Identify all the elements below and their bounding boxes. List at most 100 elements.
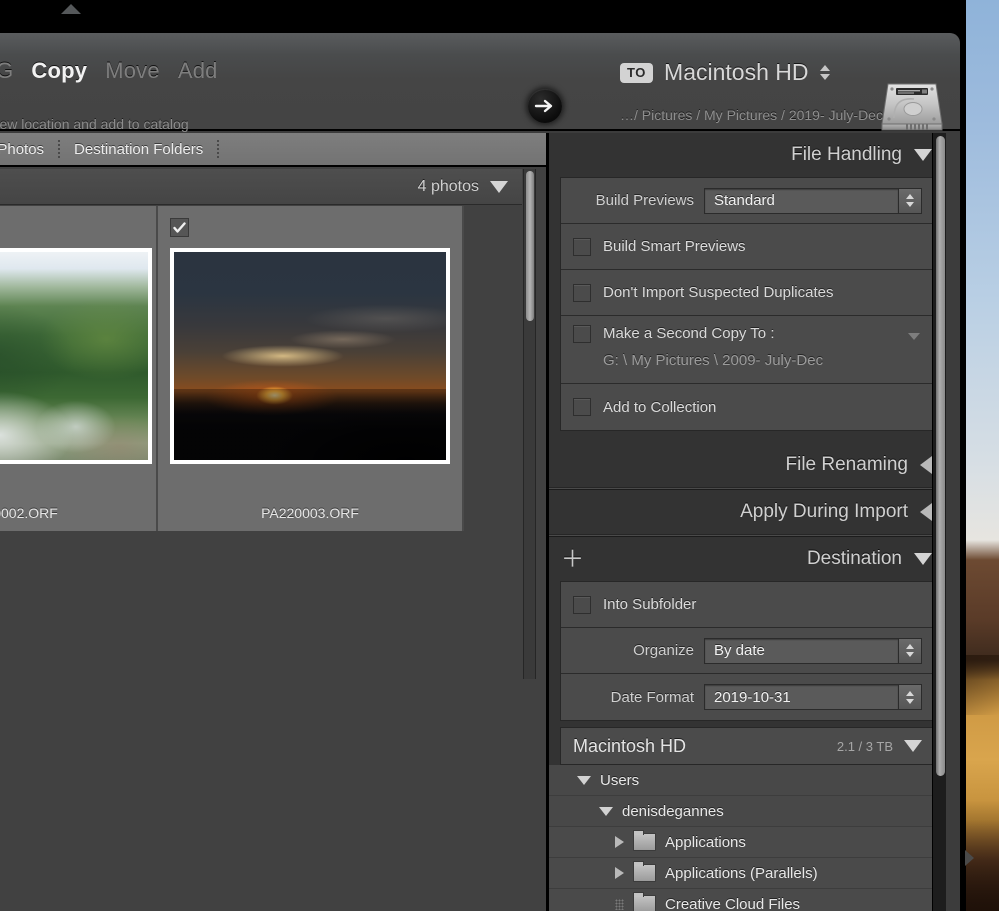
chevron-down-icon[interactable]: [577, 775, 591, 785]
dont-import-duplicates-checkbox[interactable]: [573, 283, 591, 302]
tree-item-label: Creative Cloud Files: [665, 895, 801, 911]
photo-thumbnail-frame[interactable]: [170, 248, 450, 464]
tree-item-denisdegannes[interactable]: denisdegannes: [549, 796, 946, 827]
settings-panel-scrollbar[interactable]: [932, 133, 946, 911]
date-format-row[interactable]: Date Format 2019-10-31: [561, 674, 934, 720]
photo-cell[interactable]: PA220003.ORF: [158, 206, 464, 531]
build-previews-value: Standard: [704, 187, 898, 214]
panel-section-apply-during-import-header[interactable]: Apply During Import: [549, 490, 946, 534]
photo-include-checkbox[interactable]: [170, 218, 189, 237]
destination-drive-name[interactable]: Macintosh HD: [664, 59, 808, 86]
section-title-file-handling: File Handling: [791, 144, 902, 165]
section-title-destination: Destination: [806, 548, 902, 569]
dont-import-duplicates-label: Don't Import Suspected Duplicates: [603, 284, 834, 301]
scrollbar-thumb[interactable]: [526, 171, 534, 321]
photo-cell[interactable]: PA120002.ORF: [0, 206, 158, 531]
chevron-right-icon[interactable]: [615, 867, 624, 879]
organize-stepper-icon[interactable]: [898, 637, 922, 664]
build-previews-label: Build Previews: [595, 192, 694, 209]
import-top-bar: NG Copy Move Add a new location and add …: [0, 33, 960, 132]
date-format-stepper-icon[interactable]: [898, 684, 922, 710]
triangle-left-icon[interactable]: [920, 456, 932, 474]
tab-separator: [217, 140, 220, 158]
date-format-select[interactable]: 2019-10-31: [704, 684, 922, 710]
second-copy-dropdown-icon[interactable]: [908, 333, 920, 340]
destination-group: Into Subfolder Organize By date Date For…: [560, 581, 935, 721]
plus-icon[interactable]: ＋: [561, 547, 584, 571]
dont-import-duplicates-row[interactable]: Don't Import Suspected Duplicates: [561, 270, 934, 316]
organize-select[interactable]: By date: [704, 637, 922, 664]
preview-pane-scrollbar[interactable]: [523, 169, 536, 679]
tree-item-creative-cloud-files[interactable]: Creative Cloud Files: [549, 889, 946, 911]
triangle-left-icon[interactable]: [920, 503, 932, 521]
tree-item-users[interactable]: Users: [549, 765, 946, 796]
organize-row[interactable]: Organize By date: [561, 628, 934, 674]
screen: NG Copy Move Add a new location and add …: [0, 0, 999, 911]
build-previews-stepper-icon[interactable]: [898, 187, 922, 214]
add-to-collection-label: Add to Collection: [603, 398, 717, 416]
add-to-collection-row[interactable]: Add to Collection: [561, 384, 934, 430]
make-second-copy-row[interactable]: Make a Second Copy To : G: \ My Pictures…: [561, 316, 934, 384]
panel-section-destination-header[interactable]: ＋ Destination: [549, 537, 946, 581]
photo-count-label: 4 photos: [417, 177, 479, 195]
import-dialog-window: NG Copy Move Add a new location and add …: [0, 33, 960, 911]
chevron-right-icon[interactable]: [615, 836, 624, 848]
preview-source-tabs[interactable]: ew Photos Destination Folders: [0, 133, 546, 167]
import-preview-pane: ew Photos Destination Folders 4 photos P…: [0, 133, 546, 911]
triangle-down-icon[interactable]: [914, 553, 932, 565]
add-to-collection-checkbox[interactable]: [573, 398, 591, 416]
triangle-down-icon[interactable]: [904, 740, 922, 752]
build-smart-previews-label: Build Smart Previews: [603, 238, 746, 255]
folder-icon: [633, 861, 656, 882]
import-mode-add[interactable]: Add: [178, 58, 218, 84]
desktop-wallpaper: [966, 0, 999, 911]
destination-drive-name: Macintosh HD: [573, 735, 687, 756]
into-subfolder-row[interactable]: Into Subfolder: [561, 582, 934, 628]
tree-item-label: Applications: [665, 833, 746, 851]
tree-item-label: Applications (Parallels): [665, 864, 818, 882]
destination-selector[interactable]: TO Macintosh HD: [620, 59, 831, 86]
build-previews-select[interactable]: Standard: [704, 187, 922, 214]
arrow-right-icon: [528, 89, 562, 123]
organize-label: Organize: [633, 642, 694, 659]
section-title-apply-during-import: Apply During Import: [740, 501, 908, 522]
triangle-down-icon[interactable]: [914, 149, 932, 161]
right-panel-collapse-arrow-icon[interactable]: [965, 850, 974, 866]
photo-thumbnail-hillside: [0, 252, 148, 460]
build-smart-previews-row[interactable]: Build Smart Previews: [561, 224, 934, 270]
import-mode-description: a new location and add to catalog: [0, 116, 189, 132]
panel-section-file-handling-header[interactable]: File Handling: [549, 133, 946, 177]
tab-new-photos[interactable]: ew Photos: [0, 141, 58, 158]
destination-drive-row[interactable]: Macintosh HD 2.1 / 3 TB: [560, 727, 935, 765]
import-mode-switcher[interactable]: NG Copy Move Add a new location and add …: [0, 58, 218, 132]
build-smart-previews-checkbox[interactable]: [573, 237, 591, 256]
destination-folder-tree: Users denisdegannes Applications Applica…: [549, 765, 946, 911]
make-second-copy-label: Make a Second Copy To :: [603, 325, 775, 342]
destination-stepper-icon[interactable]: [820, 65, 831, 80]
photo-thumbnail-frame[interactable]: [0, 248, 152, 464]
import-mode-move[interactable]: Move: [105, 58, 160, 84]
scrollbar-thumb[interactable]: [936, 136, 945, 776]
tree-item-label: Users: [600, 771, 640, 789]
panel-section-file-renaming-header[interactable]: File Renaming: [549, 443, 946, 487]
photo-filename: PA220003.ORF: [261, 505, 359, 521]
import-mode-ng[interactable]: NG: [0, 58, 13, 84]
chevron-down-icon[interactable]: [490, 180, 508, 193]
tree-item-applications-parallels[interactable]: Applications (Parallels): [549, 858, 946, 889]
top-panel-collapse-arrow-icon[interactable]: [61, 4, 81, 14]
chevron-down-icon[interactable]: [599, 806, 613, 816]
tree-item-applications[interactable]: Applications: [549, 827, 946, 858]
build-previews-row[interactable]: Build Previews Standard: [561, 178, 934, 224]
into-subfolder-checkbox[interactable]: [573, 595, 591, 614]
hard-drive-icon: [876, 78, 948, 136]
file-handling-group: Build Previews Standard Build Smart Prev…: [560, 177, 935, 431]
tab-destination-folders[interactable]: Destination Folders: [60, 141, 217, 158]
folder-icon: [633, 830, 656, 851]
import-mode-copy[interactable]: Copy: [31, 58, 87, 84]
second-copy-path: G: \ My Pictures \ 2009- July-Dec: [603, 352, 824, 369]
import-settings-panel: File Handling Build Previews Standard Bu…: [546, 133, 946, 911]
date-format-label: Date Format: [610, 688, 694, 706]
destination-drive-space: 2.1 / 3 TB: [836, 738, 893, 754]
organize-value: By date: [704, 637, 898, 664]
make-second-copy-checkbox[interactable]: [573, 325, 591, 343]
